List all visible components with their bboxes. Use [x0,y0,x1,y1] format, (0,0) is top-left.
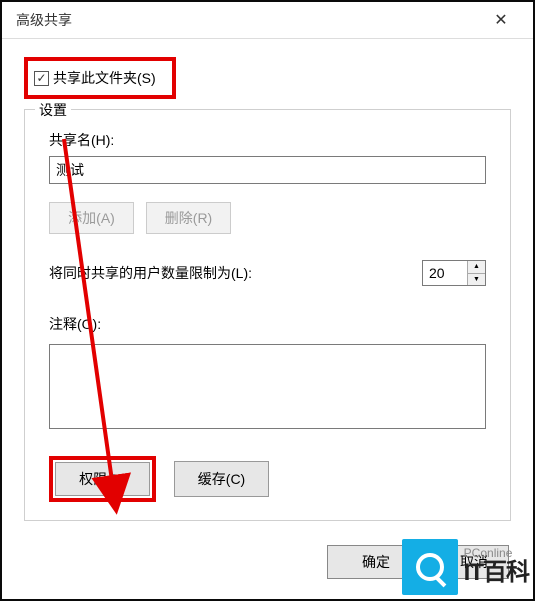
settings-group: 设置 共享名(H): 添加(A) 删除(R) 将同时共享的用户数量限制为(L):… [24,109,511,521]
user-limit-row: 将同时共享的用户数量限制为(L): ▲ ▼ [49,260,486,286]
permission-cache-row: 权限(P) 缓存(C) [49,456,486,502]
dialog-content: 共享此文件夹(S) 设置 共享名(H): 添加(A) 删除(R) 将同时共享的用… [2,39,533,531]
spinner-up-icon[interactable]: ▲ [468,261,485,274]
add-button: 添加(A) [49,202,134,234]
comment-section: 注释(O): [49,314,486,432]
spinner-buttons: ▲ ▼ [467,261,485,285]
comment-input[interactable] [49,344,486,429]
share-folder-label: 共享此文件夹(S) [53,68,156,88]
share-folder-checkbox[interactable] [34,71,49,86]
spinner-down-icon[interactable]: ▼ [468,274,485,286]
add-remove-row: 添加(A) 删除(R) [49,202,486,234]
comment-label: 注释(O): [49,314,486,334]
remove-button: 删除(R) [146,202,231,234]
share-name-input[interactable] [49,156,486,184]
dialog-title: 高级共享 [16,10,72,30]
user-limit-value[interactable] [423,261,467,285]
watermark: PConline IT百科 [402,539,529,595]
watermark-main: IT百科 [464,560,529,586]
annotation-highlight-permission: 权限(P) [49,456,156,502]
cache-button[interactable]: 缓存(C) [174,461,269,497]
user-limit-label: 将同时共享的用户数量限制为(L): [49,263,252,283]
close-icon[interactable]: ✕ [481,10,521,30]
permission-button[interactable]: 权限(P) [55,462,150,496]
share-name-label: 共享名(H): [49,130,486,150]
watermark-logo-icon [402,539,458,595]
user-limit-spinner[interactable]: ▲ ▼ [422,260,486,286]
watermark-text: PConline IT百科 [464,547,529,587]
settings-group-label: 设置 [35,100,71,120]
annotation-highlight-checkbox: 共享此文件夹(S) [24,57,176,99]
titlebar: 高级共享 ✕ [2,2,533,39]
